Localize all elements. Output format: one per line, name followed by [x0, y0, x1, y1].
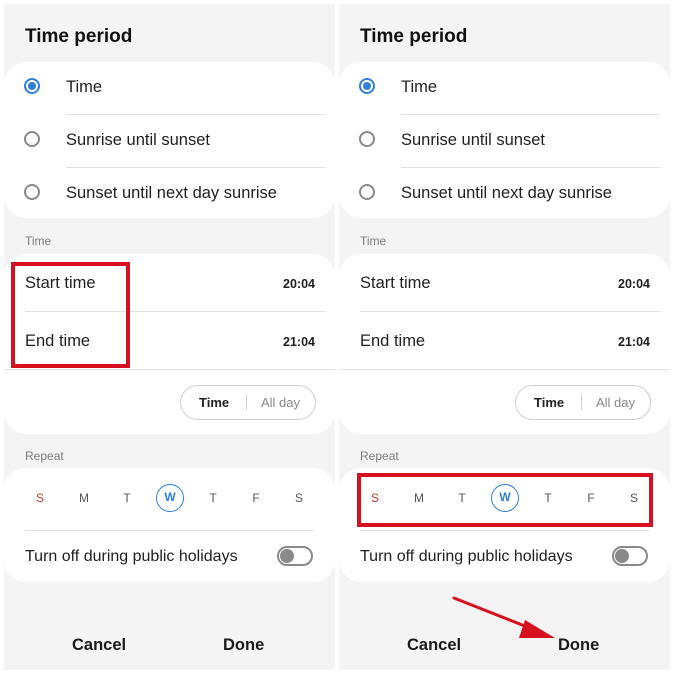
- divider: [339, 369, 670, 370]
- segment-time[interactable]: Time: [534, 395, 564, 410]
- time-allday-segmented-control: Time All day: [180, 385, 316, 420]
- done-button[interactable]: Done: [223, 636, 264, 655]
- day-saturday[interactable]: S: [285, 484, 313, 512]
- page-title: Time period: [25, 26, 133, 47]
- time-section-label: Time: [25, 234, 52, 248]
- option-sunset-until-sunrise[interactable]: Sunset until next day sunrise: [339, 168, 670, 220]
- start-end-time-highlight-box: [11, 262, 130, 368]
- radio-unselected-icon[interactable]: [24, 131, 40, 147]
- radio-unselected-icon[interactable]: [359, 184, 375, 200]
- toggle-knob: [280, 549, 294, 563]
- day-thursday[interactable]: T: [199, 484, 227, 512]
- cancel-button[interactable]: Cancel: [407, 636, 461, 655]
- divider: [360, 530, 649, 531]
- time-allday-segmented-control: Time All day: [515, 385, 651, 420]
- option-sunrise-until-sunset[interactable]: Sunrise until sunset: [4, 115, 335, 167]
- option-label: Sunrise until sunset: [66, 131, 210, 149]
- segment-all-day[interactable]: All day: [261, 395, 300, 410]
- toggle-knob: [615, 549, 629, 563]
- cancel-button[interactable]: Cancel: [72, 636, 126, 655]
- day-friday[interactable]: F: [242, 484, 270, 512]
- radio-selected-icon[interactable]: [359, 78, 375, 94]
- end-time-value: 21:04: [283, 335, 315, 349]
- option-label: Sunset until next day sunrise: [401, 184, 612, 202]
- option-sunrise-until-sunset[interactable]: Sunrise until sunset: [339, 115, 670, 167]
- mode-options-card: Time Sunrise until sunset Sunset until n…: [339, 62, 670, 218]
- option-sunset-until-sunrise[interactable]: Sunset until next day sunrise: [4, 168, 335, 220]
- segment-time[interactable]: Time: [199, 395, 229, 410]
- left-screen: Time period Time Sunrise until sunset Su…: [4, 4, 335, 670]
- right-screen: Time period Time Sunrise until sunset Su…: [339, 4, 670, 670]
- option-label: Sunset until next day sunrise: [66, 184, 277, 202]
- day-wednesday[interactable]: W: [156, 484, 184, 512]
- public-holidays-toggle[interactable]: [612, 546, 648, 566]
- repeat-section-label: Repeat: [25, 449, 64, 463]
- option-label: Time: [66, 78, 103, 96]
- option-time[interactable]: Time: [4, 62, 335, 114]
- divider: [4, 369, 335, 370]
- start-time-value: 20:04: [283, 277, 315, 291]
- mode-options-card: Time Sunrise until sunset Sunset until n…: [4, 62, 335, 218]
- segment-divider: [581, 395, 582, 410]
- repeat-section-label: Repeat: [360, 449, 399, 463]
- start-time-row[interactable]: Start time 20:04: [339, 254, 670, 312]
- end-time-value: 21:04: [618, 335, 650, 349]
- segment-divider: [246, 395, 247, 410]
- radio-unselected-icon[interactable]: [359, 131, 375, 147]
- start-time-label: Start time: [360, 274, 431, 292]
- start-time-value: 20:04: [618, 277, 650, 291]
- radio-selected-icon[interactable]: [24, 78, 40, 94]
- radio-unselected-icon[interactable]: [24, 184, 40, 200]
- page-title: Time period: [360, 26, 468, 47]
- option-label: Sunrise until sunset: [401, 131, 545, 149]
- public-holidays-label: Turn off during public holidays: [25, 548, 238, 565]
- divider: [25, 530, 314, 531]
- option-label: Time: [401, 78, 438, 96]
- day-sunday[interactable]: S: [26, 484, 54, 512]
- segment-all-day[interactable]: All day: [596, 395, 635, 410]
- time-section-label: Time: [360, 234, 387, 248]
- repeat-days-highlight-box: [357, 473, 653, 527]
- public-holidays-toggle[interactable]: [277, 546, 313, 566]
- done-button[interactable]: Done: [558, 636, 599, 655]
- end-time-row[interactable]: End time 21:04: [339, 312, 670, 370]
- public-holidays-label: Turn off during public holidays: [360, 548, 573, 565]
- day-tuesday[interactable]: T: [113, 484, 141, 512]
- option-time[interactable]: Time: [339, 62, 670, 114]
- end-time-label: End time: [360, 332, 426, 350]
- day-monday[interactable]: M: [70, 484, 98, 512]
